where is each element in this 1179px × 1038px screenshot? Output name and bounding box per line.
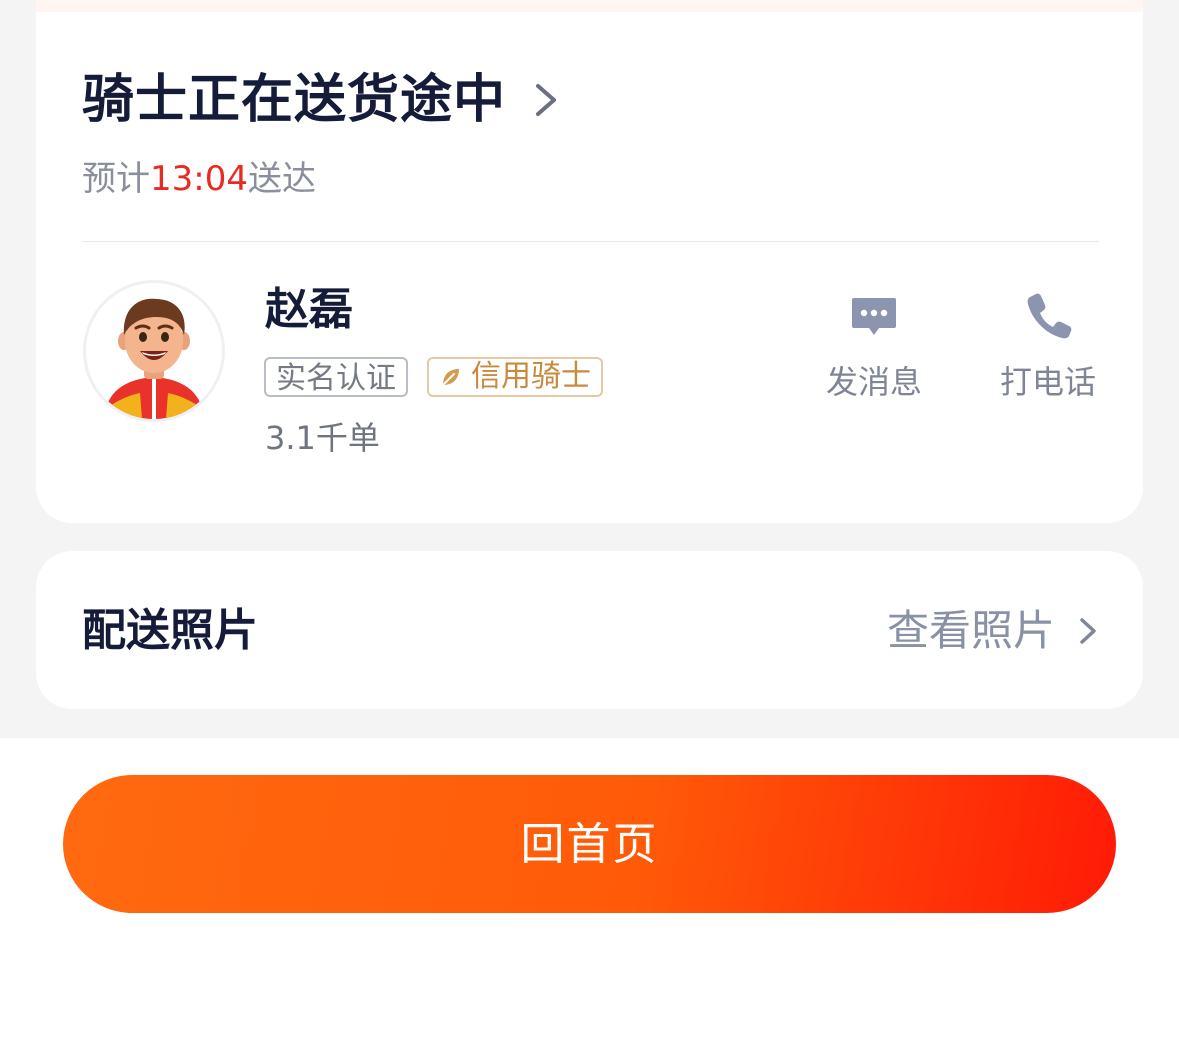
rider-name: 赵磊 [265,284,353,335]
chat-bubble-icon [852,298,896,335]
send-message-button[interactable]: 发消息 [814,290,934,402]
view-photos-label: 查看照片 [886,606,1055,655]
delivery-status-card: 骑士正在送货途中 预计13:04送达 赵磊 实名认证 信用骑士 3.1千单 发消… [36,12,1143,523]
divider [82,241,1099,242]
eta-time: 13:04 [150,159,248,199]
eta-prefix: 预计 [82,159,150,199]
delivery-photos-title: 配送照片 [82,605,258,656]
credit-rider-label: 信用骑士 [471,359,591,394]
verified-badge: 实名认证 [264,357,408,397]
phone-icon [1027,293,1072,339]
chevron-right-icon [1080,618,1096,644]
delivery-status-title: 骑士正在送货途中 [82,70,507,130]
call-rider-button[interactable]: 打电话 [988,290,1108,402]
delivery-photos-card: 配送照片 查看照片 [36,551,1143,709]
eta-suffix: 送达 [247,159,316,199]
send-message-label: 发消息 [825,363,922,401]
back-to-home-button[interactable]: 回首页 [63,775,1116,913]
rider-order-count: 3.1千单 [265,419,380,457]
chevron-right-icon [536,84,557,116]
call-rider-label: 打电话 [999,363,1096,401]
eta-line: 预计13:04送达 [82,157,316,201]
credit-rider-badge: 信用骑士 [427,357,603,397]
rider-avatar[interactable] [83,280,225,422]
delivery-status-header[interactable]: 骑士正在送货途中 [82,70,560,130]
leaf-icon [443,369,459,385]
view-photos-link[interactable]: 查看照片 [887,603,1099,659]
rider-avatar-illustration [86,283,222,419]
